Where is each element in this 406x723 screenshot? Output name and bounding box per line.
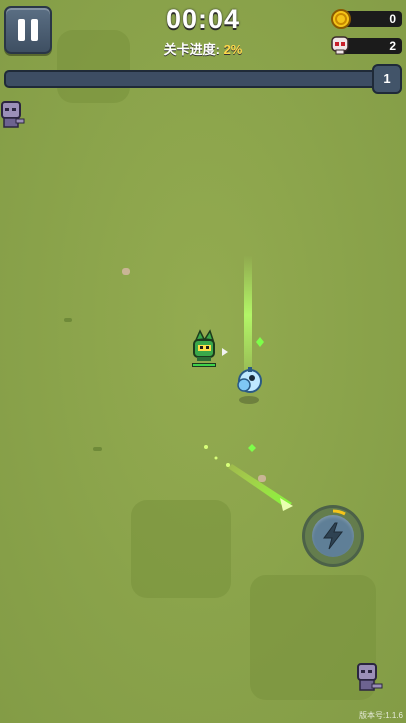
kill-count: 2 [389,39,396,53]
zombie-enemy [1,101,25,128]
sword-slash-icon [222,348,228,356]
spark [226,463,230,467]
stage-progress-label: 关卡进度: [163,42,220,57]
player-character [192,329,216,367]
skill-icon-backdrop [312,515,354,557]
spark [214,456,218,460]
companion-pet [237,367,262,393]
lightning-icon [323,522,344,550]
coin-count: 0 [389,12,396,26]
skull-icon [331,36,349,55]
level-badge: 1 [372,64,402,94]
coin-icon [331,9,351,29]
spark [204,445,208,449]
skill-button[interactable] [302,505,364,567]
game-field[interactable] [0,0,406,723]
xp-gem [248,444,256,452]
xp-progress-bar [4,70,382,88]
xp-gem [256,337,264,347]
version-label: 版本号:1.1.6 [358,711,403,720]
stage-progress-value: 2% [223,42,243,57]
shadow [239,396,259,404]
zombie-enemy [357,663,383,691]
laser-beam [244,255,252,375]
